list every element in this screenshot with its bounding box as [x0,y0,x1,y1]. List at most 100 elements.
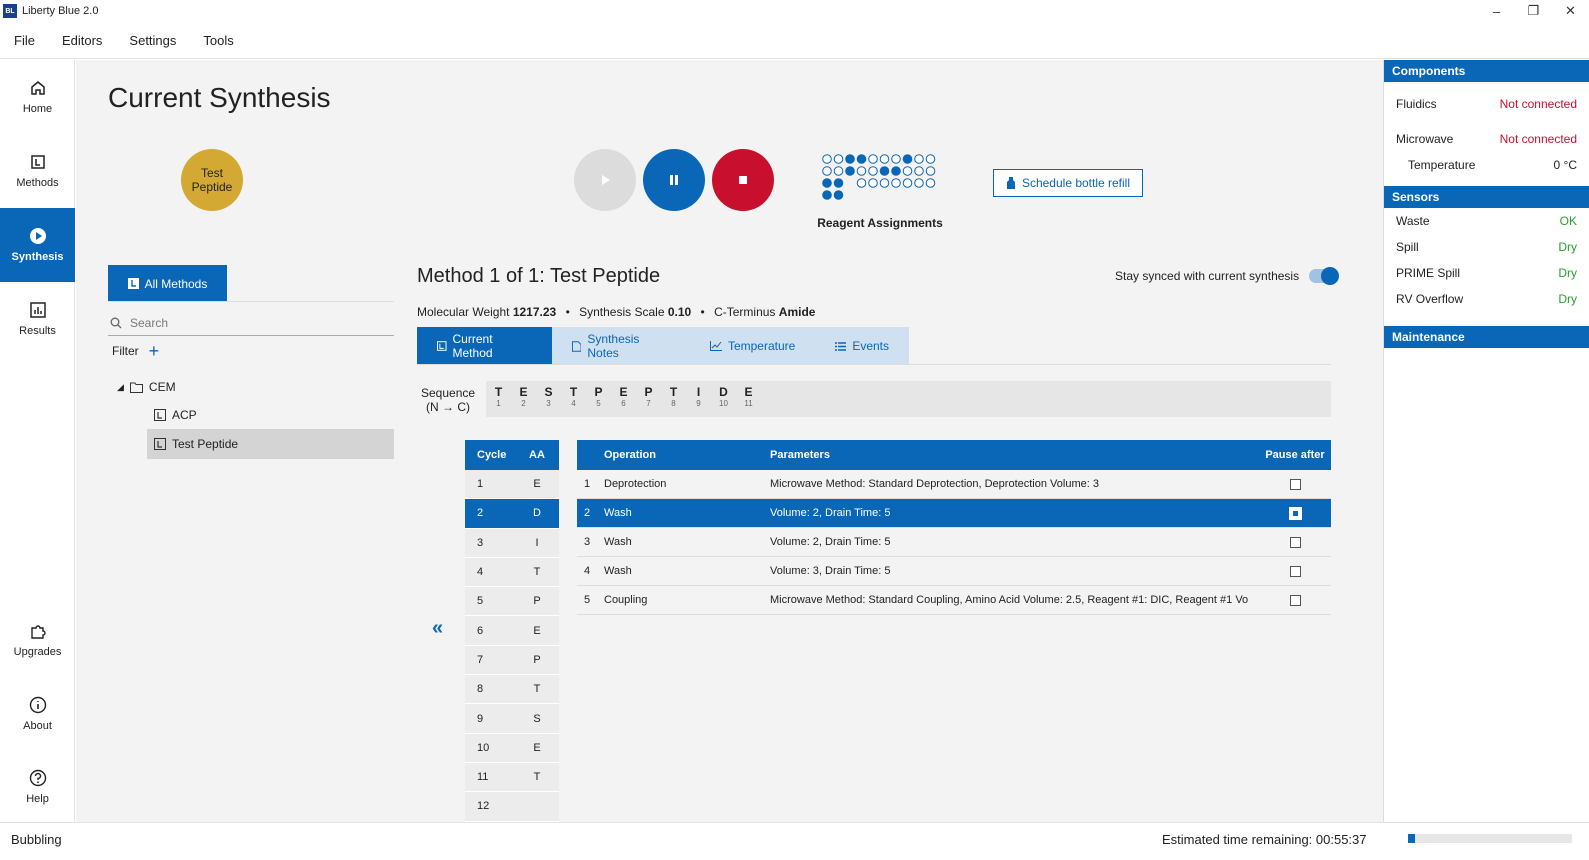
sync-row: Stay synced with current synthesis [1115,267,1340,285]
operation-row[interactable]: 2 Wash Volume: 2, Drain Time: 5 [577,499,1331,528]
cycle-row[interactable]: 4T [465,557,559,588]
reagent-dot [856,154,867,164]
minimize-icon[interactable]: – [1478,0,1515,22]
operation-row[interactable]: 1 Deprotection Microwave Method: Standard … [577,470,1331,499]
operation-row[interactable]: 5 Coupling Microwave Method: Standard Coup… [577,586,1331,615]
reagent-dot [902,166,913,176]
reagent-dot [833,178,844,188]
time-remaining: Estimated time remaining: 00:55:37 [1162,832,1367,847]
cycle-row[interactable]: 8T [465,675,559,705]
schedule-refill-button[interactable]: Schedule bottle refill [993,169,1143,197]
method-icon [437,341,447,351]
menu-file[interactable]: File [14,33,35,48]
sequence-residue[interactable]: E2 [511,385,536,408]
tree-item-test-peptide[interactable]: Test Peptide [154,437,238,451]
cycle-row[interactable]: 12 [465,792,559,822]
reagent-dot [891,166,901,176]
nav-results[interactable]: Results [0,282,75,356]
cycle-row[interactable]: 2D [465,499,559,529]
search-input[interactable]: Search [108,310,394,336]
operations-table: Operation Parameters Pause after 1 Deprot… [577,440,1331,615]
tab-events[interactable]: Events [815,327,909,365]
reagent-dot [856,178,867,188]
cycle-row[interactable]: 9S [465,704,559,734]
cycle-row[interactable]: 3I [465,528,559,558]
reagent-dot-grid[interactable] [822,154,942,202]
sidebar: Home Methods Synthesis Results Upgrades … [0,60,75,822]
page-title: Current Synthesis [108,82,331,113]
restore-icon[interactable]: ❐ [1515,0,1552,22]
reagent-dot [845,154,855,164]
reagent-dot [833,166,844,176]
start-button[interactable] [574,149,636,211]
cycle-row[interactable]: 6E [465,616,559,646]
sequence-residue[interactable]: P7 [636,385,661,408]
puzzle-icon [30,625,46,639]
nav-home[interactable]: Home [0,60,75,134]
sequence-residue[interactable]: E 11 [736,385,761,408]
pause-after-checkbox[interactable] [1289,478,1301,490]
collapse-icon[interactable]: ◢ [117,382,124,393]
reagent-dot [914,166,924,176]
sequence-residue[interactable]: E6 [611,385,636,408]
status-text: Bubbling [11,832,62,847]
fluidics-row: Fluidics Not connected [1396,97,1577,111]
peptide-badge[interactable]: Test Peptide [181,149,243,211]
home-icon [30,81,45,95]
nav-upgrades[interactable]: Upgrades [0,603,75,677]
reagent-dot [925,154,936,164]
play-icon [602,175,610,185]
sequence-bar[interactable]: T 1 E 2 S 3 T 4 P 5 E 6 P 7 T 8 I 9 D 10 E 11 [486,381,1331,417]
menu-tools[interactable]: Tools [203,33,233,48]
tree-folder-cem[interactable]: ◢ CEM [117,380,176,394]
pause-after-checkbox[interactable] [1289,536,1301,548]
reagent-dot [879,178,890,188]
tab-temperature[interactable]: Temperature [690,327,815,365]
tree-item-acp[interactable]: ACP [154,408,197,422]
pause-after-checkbox[interactable] [1288,506,1302,520]
nav-about[interactable]: About [0,677,75,751]
menu-editors[interactable]: Editors [62,33,102,48]
sequence-residue[interactable]: D 10 [711,385,736,408]
progress-fill [1408,834,1415,843]
nav-help[interactable]: Help [0,750,75,824]
pause-after-checkbox[interactable] [1289,594,1301,606]
sequence-residue[interactable]: I9 [686,385,711,408]
nav-methods[interactable]: Methods [0,134,75,208]
sequence-residue[interactable]: S3 [536,385,561,408]
line-chart-icon [709,341,722,351]
cycle-row[interactable]: 5P [465,587,559,617]
sequence-residue[interactable]: T4 [561,385,586,408]
stop-icon [739,176,747,184]
operation-row[interactable]: 3 Wash Volume: 2, Drain Time: 5 [577,528,1331,557]
operation-row[interactable]: 4 Wash Volume: 3, Drain Time: 5 [577,557,1331,586]
nav-synthesis[interactable]: Synthesis [0,208,75,282]
sync-toggle[interactable] [1309,267,1340,285]
reagent-dot [925,178,936,188]
cycle-row[interactable]: 11 T [465,762,559,793]
reagent-dot [902,154,913,164]
tab-synthesis-notes[interactable]: Synthesis Notes [552,327,690,365]
cycle-row[interactable]: 10 E [465,733,559,763]
reagent-dot [879,166,890,176]
menu-settings[interactable]: Settings [129,33,176,48]
cycle-row[interactable]: 7P [465,645,559,676]
stop-button[interactable] [712,149,774,211]
sequence-residue[interactable]: T1 [486,385,511,408]
sequence-residue[interactable]: T8 [661,385,686,408]
reagent-dot [879,154,890,164]
reagent-dot [822,190,832,200]
collapse-left-icon[interactable]: « [432,617,443,640]
status-panel: Components Fluidics Not connected Microw… [1383,60,1589,822]
pause-after-checkbox[interactable] [1289,565,1301,577]
maintenance-header[interactable]: Maintenance [1384,326,1589,348]
tab-current-method[interactable]: Current Method [417,327,552,365]
cycle-row[interactable]: 1E [465,470,559,500]
pause-button[interactable] [643,149,705,211]
close-icon[interactable]: ✕ [1552,0,1589,22]
add-filter-icon[interactable]: + [149,342,160,360]
all-methods-button[interactable]: All Methods [108,265,227,302]
sequence-residue[interactable]: P5 [586,385,611,408]
app-logo-icon: BL [3,4,17,18]
filter-row: Filter + [112,341,160,361]
